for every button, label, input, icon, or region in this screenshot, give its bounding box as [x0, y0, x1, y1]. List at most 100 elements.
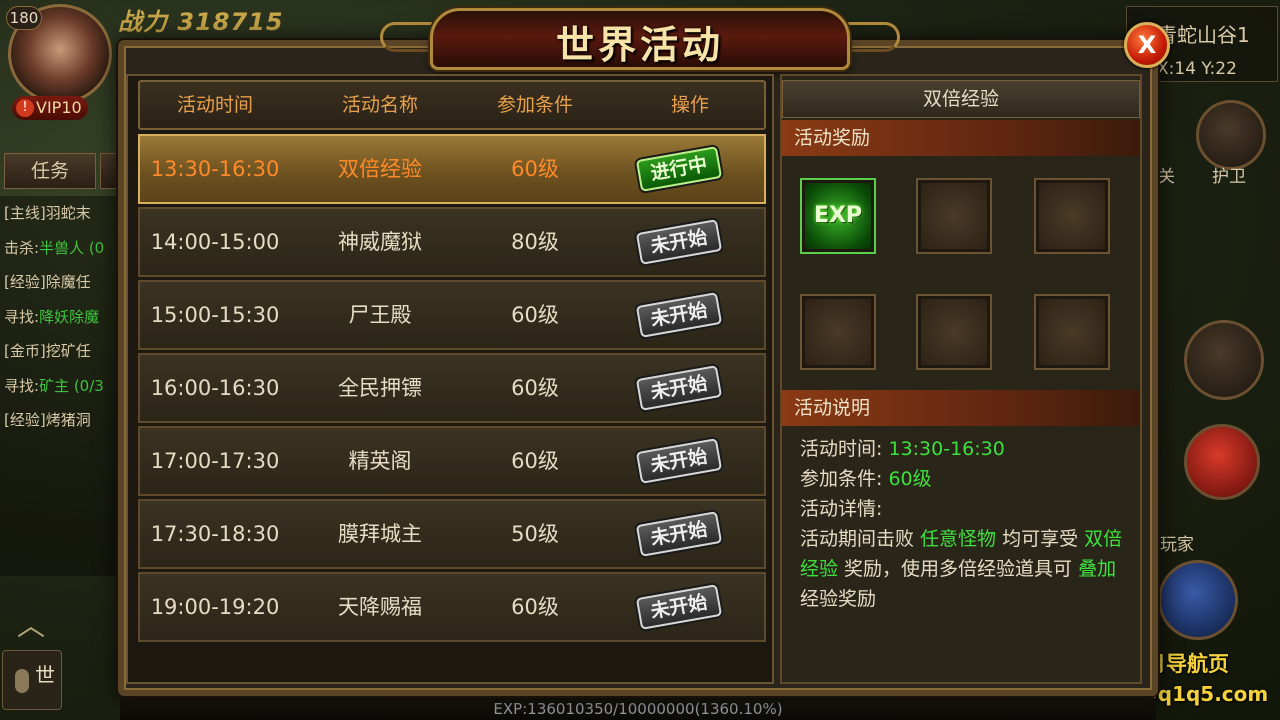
- guard-label: 护卫: [1212, 167, 1246, 187]
- skill-orb-icon[interactable]: [1184, 320, 1264, 400]
- detail-title: 双倍经验: [782, 80, 1140, 118]
- activity-row[interactable]: 17:00-17:30 精英阁 60级 未开始: [138, 426, 766, 496]
- status-badge[interactable]: 未开始: [635, 438, 723, 484]
- chat-channel-label: 世: [35, 663, 55, 687]
- activity-time: 19:00-19:20: [150, 595, 280, 619]
- status-badge[interactable]: 未开始: [635, 511, 723, 557]
- activity-time: 17:00-17:30: [150, 449, 280, 473]
- guard-icon[interactable]: [1196, 100, 1266, 170]
- activity-row[interactable]: 14:00-15:00 神威魔狱 80级 未开始: [138, 207, 766, 277]
- task-list-item[interactable]: [经验]除魔任: [4, 265, 122, 300]
- task-list-item[interactable]: 寻找:降妖除魔: [4, 300, 122, 335]
- activity-name: 精英阁: [348, 449, 412, 473]
- description-text: 奖励，使用多倍经验道具可: [838, 558, 1079, 580]
- activity-name: 神威魔狱: [338, 230, 422, 254]
- activity-detail-panel: 双倍经验 活动奖励 EXP 活动说明 活动时间: 13:30-16:30 参加条…: [780, 74, 1142, 684]
- reward-slot[interactable]: [916, 294, 992, 370]
- reward-slot-exp[interactable]: EXP: [800, 178, 876, 254]
- activity-condition-label: 参加条件:: [800, 468, 883, 490]
- activity-condition-line: 参加条件: 60级: [800, 464, 932, 491]
- task-tag: 击杀:: [4, 238, 40, 257]
- status-badge[interactable]: 未开始: [635, 365, 723, 411]
- reward-slot[interactable]: [800, 294, 876, 370]
- reward-slot[interactable]: [916, 178, 992, 254]
- activity-condition: 60级: [511, 449, 559, 473]
- description-highlight: 叠加: [1078, 558, 1117, 580]
- activity-time-value: 13:30-16:30: [888, 438, 1005, 460]
- status-badge[interactable]: 进行中: [635, 146, 723, 192]
- activity-condition: 50级: [511, 522, 559, 546]
- status-badge[interactable]: 未开始: [635, 219, 723, 265]
- activity-list-panel: 活动时间 活动名称 参加条件 操作 13:30-16:30 双倍经验 60级 进行中 1…: [126, 74, 774, 684]
- red-skill-icon[interactable]: [1184, 424, 1260, 500]
- task-list: [主线]羽蛇末 击杀:半兽人 (0 [经验]除魔任 寻找:降妖除魔 [金币]挖矿任 寻找:…: [0, 196, 122, 576]
- task-text: 半兽人 (0: [39, 238, 105, 257]
- combat-power-label: 战力: [118, 8, 168, 36]
- task-list-item[interactable]: [金币]挖矿任: [4, 334, 122, 369]
- activity-row[interactable]: 19:00-19:20 天降赐福 60级 未开始: [138, 572, 766, 642]
- activity-description: 活动期间击败 任意怪物 均可享受 双倍经验 奖励，使用多倍经验道具可 叠加 经验…: [800, 524, 1130, 614]
- activity-condition: 60级: [511, 376, 559, 400]
- task-text: 挖矿任: [45, 342, 91, 360]
- activity-condition: 80级: [511, 230, 559, 254]
- exp-bar: EXP:136010350/10000000(1360.10%): [120, 698, 1156, 720]
- activity-time-line: 活动时间: 13:30-16:30: [800, 434, 1005, 461]
- microphone-icon: [15, 669, 29, 693]
- task-tag: [经验]: [4, 411, 46, 429]
- task-tab[interactable]: 任务: [4, 153, 96, 189]
- chat-mic-button[interactable]: 世: [2, 650, 62, 710]
- activity-condition: 60级: [511, 303, 559, 327]
- activity-detail-label: 活动详情:: [800, 498, 883, 520]
- activity-condition: 60级: [511, 595, 559, 619]
- col-header-action: 操作: [670, 94, 709, 116]
- col-header-condition: 参加条件: [496, 94, 573, 116]
- task-list-item[interactable]: [经验]烤猪洞: [4, 403, 122, 438]
- activity-rows: 13:30-16:30 双倍经验 60级 进行中 14:00-15:00 神威魔狱 80级未…: [138, 134, 766, 645]
- task-tag: 寻找:: [4, 376, 40, 395]
- activity-row[interactable]: 15:00-15:30 尸王殿 60级 未开始: [138, 280, 766, 350]
- task-tag: [主线]: [4, 204, 46, 222]
- map-name: 青蛇山谷1: [1157, 23, 1250, 47]
- player-skill-icon[interactable]: [1158, 560, 1238, 640]
- status-badge[interactable]: 未开始: [635, 292, 723, 338]
- task-list-item[interactable]: 寻找:矿主 (0/3: [4, 369, 122, 404]
- activity-time: 14:00-15:00: [150, 230, 280, 254]
- activity-condition-value: 60级: [888, 468, 932, 490]
- task-text: 除魔任: [45, 273, 91, 291]
- activity-name: 天降赐福: [338, 595, 422, 619]
- player-level-badge: 180: [6, 6, 42, 30]
- reward-slot[interactable]: [1034, 178, 1110, 254]
- description-highlight: 任意怪物: [920, 528, 997, 550]
- close-button[interactable]: X: [1124, 22, 1170, 68]
- task-tag: [经验]: [4, 273, 46, 291]
- activity-condition: 60级: [511, 157, 559, 181]
- vip-badge[interactable]: ! VIP10: [12, 96, 88, 120]
- activity-time-label: 活动时间:: [800, 438, 883, 460]
- activity-time: 15:00-15:30: [150, 303, 280, 327]
- task-text: 降妖除魔: [39, 307, 100, 326]
- task-list-item[interactable]: 击杀:半兽人 (0: [4, 231, 122, 266]
- activity-row[interactable]: 17:30-18:30 膜拜城主 50级 未开始: [138, 499, 766, 569]
- col-header-time: 活动时间: [176, 94, 253, 116]
- description-heading: 活动说明: [782, 390, 1140, 426]
- status-badge[interactable]: 未开始: [635, 584, 723, 630]
- col-header-name: 活动名称: [341, 94, 418, 116]
- chevron-up-icon[interactable]: ︿: [8, 604, 54, 642]
- task-list-item[interactable]: [主线]羽蛇末: [4, 196, 122, 231]
- activity-name: 双倍经验: [338, 157, 422, 181]
- task-text: 矿主 (0/3: [39, 376, 104, 395]
- task-tag: [金币]: [4, 342, 46, 360]
- description-text: 均可享受: [996, 528, 1085, 550]
- player-label: 玩家: [1160, 535, 1194, 555]
- activity-time: 13:30-16:30: [150, 157, 280, 181]
- combat-power: 战力 318715: [118, 2, 284, 37]
- combat-power-value: 318715: [177, 8, 284, 36]
- reward-slot[interactable]: [1034, 294, 1110, 370]
- dialog-title: 世界活动: [555, 22, 724, 67]
- exp-icon: EXP: [813, 203, 863, 228]
- activity-row[interactable]: 13:30-16:30 双倍经验 60级 进行中: [138, 134, 766, 204]
- task-text: 烤猪洞: [45, 411, 91, 429]
- activity-row[interactable]: 16:00-16:30 全民押镖 60级 未开始: [138, 353, 766, 423]
- activity-name: 全民押镖: [338, 376, 422, 400]
- activity-time: 17:30-18:30: [150, 522, 280, 546]
